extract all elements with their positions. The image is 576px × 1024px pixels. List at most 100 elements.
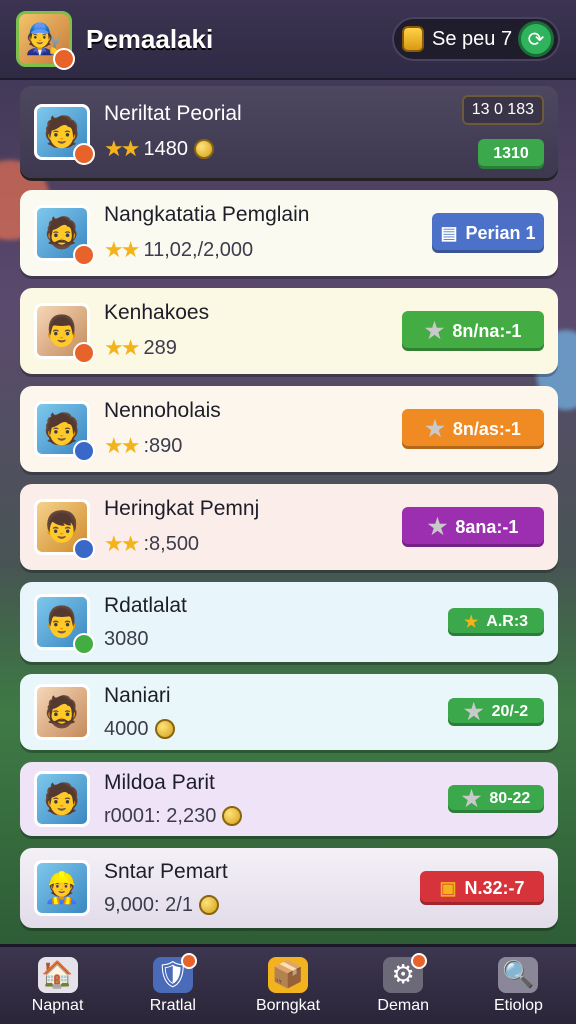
coin-icon: [402, 26, 424, 52]
top-bar: 🧑‍🔧 Pemaalaki Se peu 7 ⟳: [0, 0, 576, 80]
player-name: Rdatlalat: [104, 593, 187, 617]
action-button[interactable]: ★ 8n/as:-1: [402, 409, 544, 449]
avatar: 👨: [34, 303, 95, 364]
coin-icon: [193, 139, 214, 159]
avatar: 👦: [34, 499, 95, 560]
search-icon: 🔍: [498, 956, 539, 993]
stars-icon: ★★: [104, 433, 140, 458]
avatar: 👷: [34, 860, 90, 916]
nav-tab-gear[interactable]: ⚙ Deman: [346, 947, 461, 1024]
chest-icon: ▣: [439, 877, 457, 898]
player-name: Sntar Pemart: [104, 859, 228, 883]
list-item[interactable]: 🧑 Mildoa Parit r0001: 2,230 ★ 80-22: [20, 762, 558, 836]
list-item[interactable]: 👨 Rdatlalat 3080 ★ A.R:3: [20, 582, 558, 662]
action-label: Perian 1: [465, 222, 536, 243]
nav-tab-home[interactable]: 🏠 Napnat: [0, 947, 115, 1024]
gear-icon: ⚙: [383, 952, 428, 993]
shield-icon: 🛡: [152, 952, 197, 993]
list-item[interactable]: 🧔 Naniari 4000 ★ 20/-2: [20, 674, 558, 750]
avatar: 🧑: [34, 401, 95, 462]
avatar-badge-icon: [73, 143, 95, 165]
player-name: Naniari: [104, 683, 171, 707]
nav-label: Rratlal: [149, 996, 196, 1014]
avatar: 🧑: [34, 104, 95, 165]
list-item[interactable]: 🧑 Neriltat Peorial ★★ 1480 13 0 183 1310: [20, 86, 558, 178]
player-stat: 289: [143, 336, 177, 359]
coin-icon: [154, 719, 175, 739]
nav-label: Etiolop: [493, 996, 543, 1014]
stars-icon: ★★: [104, 335, 140, 360]
action-label: 8ana:-1: [455, 516, 519, 537]
avatar: 🧑: [34, 771, 90, 827]
bottom-nav: 🏠 Napnat 🛡 Rratlal 📦 Borngkat ⚙ Deman 🔍 …: [0, 944, 576, 1024]
player-name: Kenhakoes: [104, 301, 210, 324]
app-title: Pemaalaki: [86, 23, 214, 54]
list-item[interactable]: 👨 Kenhakoes ★★ 289 ★ 8n/na:-1: [20, 288, 558, 374]
list-item[interactable]: 👷 Sntar Pemart 9,000: 2/1 ▣ N.32:-7: [20, 848, 558, 928]
nav-label: Borngkat: [255, 996, 321, 1014]
currency-pill[interactable]: Se peu 7 ⟳: [392, 17, 560, 61]
coin-icon: [198, 895, 219, 915]
player-stat: r0001: 2,230: [104, 804, 217, 827]
avatar-badge-icon: [73, 440, 95, 462]
notification-dot: [180, 952, 197, 969]
action-button[interactable]: ★ 80-22: [448, 785, 544, 813]
player-name: Neriltat Peorial: [104, 102, 242, 125]
star-icon: ★: [425, 416, 445, 441]
star-icon: ★: [463, 614, 479, 631]
avatar-badge-icon: [73, 633, 95, 655]
player-stat: 3080: [104, 627, 149, 650]
profile-badge-icon: [53, 48, 75, 70]
notification-dot: [411, 952, 428, 969]
player-name: Mildoa Parit: [104, 770, 215, 794]
nav-tab-search[interactable]: 🔍 Etiolop: [461, 947, 576, 1024]
leaderboard-list: 🧑 Neriltat Peorial ★★ 1480 13 0 183 1310 …: [20, 86, 558, 940]
currency-text: Se peu 7: [432, 27, 513, 50]
avatar: 🧔: [34, 205, 95, 266]
list-item[interactable]: 🧑 Nennoholais ★★:890 ★ 8n/as:-1: [20, 386, 558, 472]
avatar-badge-icon: [73, 244, 95, 266]
action-label: 8n/as:-1: [452, 418, 521, 439]
player-stat: 4000: [104, 717, 149, 740]
action-button[interactable]: ★ 8n/na:-1: [402, 311, 544, 351]
action-button[interactable]: ★ 20/-2: [448, 698, 544, 726]
rank-indicator: 13 0 183: [461, 95, 544, 125]
nav-label: Deman: [377, 996, 429, 1014]
nav-tab-shield[interactable]: 🛡 Rratlal: [115, 947, 230, 1024]
player-name: Heringkat Pemnj: [104, 497, 260, 520]
refresh-icon[interactable]: ⟳: [518, 21, 554, 57]
action-label: 20/-2: [491, 703, 529, 720]
avatar: 👨: [34, 594, 95, 655]
profile-avatar[interactable]: 🧑‍🔧: [16, 11, 75, 70]
player-name: Nangkatatia Pemglain: [104, 203, 310, 226]
box-icon: 📦: [268, 956, 308, 993]
stars-icon: ★★: [104, 237, 140, 262]
star-icon: ★: [427, 514, 448, 539]
home-icon: 🏠: [37, 956, 78, 993]
stars-icon: ★★: [104, 531, 140, 556]
player-stat: 11,02,/2,000: [143, 238, 254, 261]
star-icon: ★: [463, 699, 484, 724]
star-icon: ★: [424, 318, 445, 343]
player-stat: 9,000: 2/1: [104, 893, 193, 916]
avatar: 🧔: [34, 684, 90, 740]
doc-icon: ▤: [440, 222, 458, 243]
player-name: Nennoholais: [104, 399, 221, 422]
action-button[interactable]: ▤ Perian 1: [432, 213, 544, 253]
player-stat: :8,500: [143, 532, 200, 555]
action-button[interactable]: ★ A.R:3: [448, 608, 544, 636]
player-stat: 1480: [143, 137, 188, 160]
action-button[interactable]: ▣ N.32:-7: [420, 871, 544, 905]
action-button[interactable]: ★ 8ana:-1: [402, 507, 544, 547]
player-stat: :890: [143, 434, 183, 457]
list-item[interactable]: 👦 Heringkat Pemnj ★★:8,500 ★ 8ana:-1: [20, 484, 558, 570]
nav-tab-box[interactable]: 📦 Borngkat: [230, 947, 345, 1024]
nav-label: Napnat: [31, 996, 84, 1014]
star-icon: ★: [461, 786, 482, 811]
rank-button[interactable]: 1310: [478, 139, 544, 169]
avatar-badge-icon: [73, 342, 95, 364]
stars-icon: ★★: [104, 136, 140, 161]
list-item[interactable]: 🧔 Nangkatatia Pemglain ★★ 11,02,/2,000 ▤ P…: [20, 190, 558, 276]
action-label: 80-22: [489, 790, 531, 807]
coin-icon: [222, 806, 243, 826]
